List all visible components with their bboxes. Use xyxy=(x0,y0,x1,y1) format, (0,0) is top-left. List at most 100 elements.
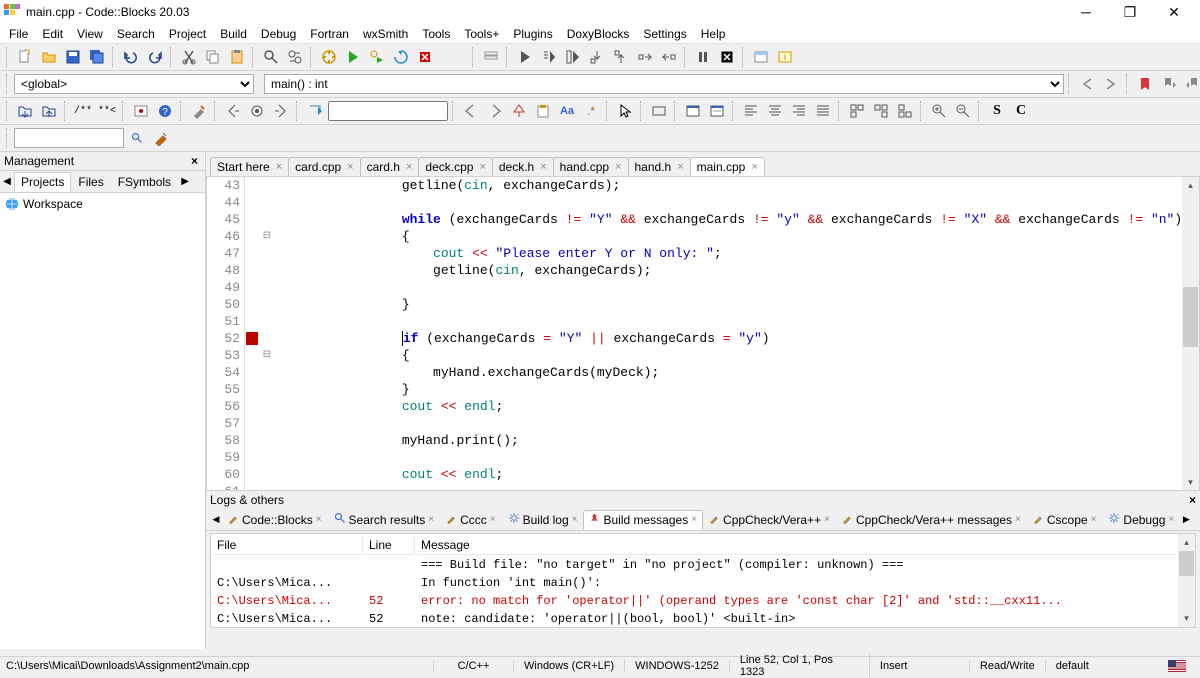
save-icon[interactable] xyxy=(62,46,84,68)
bookmark-icon[interactable] xyxy=(1134,73,1156,95)
log-tab-build-log[interactable]: Build log× xyxy=(502,509,584,530)
quick-search-icon[interactable] xyxy=(126,127,148,149)
management-close-icon[interactable]: × xyxy=(188,154,201,168)
mgmt-tab-projects[interactable]: Projects xyxy=(14,172,71,192)
rebuild-icon[interactable] xyxy=(390,46,412,68)
build-message-row[interactable]: C:\Users\Mica...52note: candidate: 'oper… xyxy=(213,611,1193,627)
abort-icon[interactable] xyxy=(414,46,436,68)
file-tab-deck-cpp[interactable]: deck.cpp× xyxy=(418,157,492,176)
close-tab-icon[interactable]: × xyxy=(751,161,757,173)
log-tab-cscope[interactable]: Cscope× xyxy=(1027,510,1103,530)
build-run-icon[interactable] xyxy=(366,46,388,68)
nav-fwd-icon[interactable] xyxy=(1100,73,1122,95)
break-debug-icon[interactable] xyxy=(692,46,714,68)
file-tab-start-here[interactable]: Start here× xyxy=(210,157,289,176)
comment-line-icon[interactable]: **< xyxy=(96,100,118,122)
close-tab-icon[interactable]: × xyxy=(479,161,485,173)
form2-icon[interactable] xyxy=(706,100,728,122)
mgmt-tab-files[interactable]: Files xyxy=(71,172,110,192)
log-header-file[interactable]: File xyxy=(213,536,363,555)
log-tab-build-messages[interactable]: Build messages× xyxy=(583,510,703,530)
step-out-icon[interactable] xyxy=(610,46,632,68)
file-tab-hand-h[interactable]: hand.h× xyxy=(628,157,691,176)
info-icon[interactable]: i xyxy=(774,46,796,68)
build-message-row[interactable]: C:\Users\Mica...In function 'int main()'… xyxy=(213,575,1193,591)
minimize-button[interactable]: ─ xyxy=(1072,2,1100,22)
log-tab-code-blocks[interactable]: Code::Blocks× xyxy=(222,510,328,530)
redo-icon[interactable] xyxy=(144,46,166,68)
bookmark-prev-icon[interactable] xyxy=(1158,73,1180,95)
close-tab-icon[interactable]: × xyxy=(406,161,412,173)
menu-wxsmith[interactable]: wxSmith xyxy=(356,25,415,43)
menu-help[interactable]: Help xyxy=(694,25,733,43)
menu-debug[interactable]: Debug xyxy=(254,25,303,43)
highlight-icon[interactable]: Aa xyxy=(556,100,578,122)
align-center-icon[interactable] xyxy=(764,100,786,122)
step-into-icon[interactable] xyxy=(586,46,608,68)
target-select-icon[interactable] xyxy=(480,46,502,68)
debug-windows-icon[interactable] xyxy=(750,46,772,68)
target-input[interactable] xyxy=(328,101,448,121)
zoom-out-icon[interactable] xyxy=(952,100,974,122)
debug-start-icon[interactable] xyxy=(514,46,536,68)
file-tab-deck-h[interactable]: deck.h× xyxy=(492,157,554,176)
logs-close-icon[interactable]: × xyxy=(1189,493,1196,507)
quick-search-input[interactable] xyxy=(14,128,124,148)
clipboard-icon[interactable] xyxy=(532,100,554,122)
file-tab-card-cpp[interactable]: card.cpp× xyxy=(288,157,360,176)
workspace-tree-item[interactable]: Workspace xyxy=(3,196,202,212)
quick-search-opts-icon[interactable] xyxy=(150,127,172,149)
close-log-tab-icon[interactable]: × xyxy=(490,514,496,525)
arrow-right-icon[interactable] xyxy=(484,100,506,122)
new-file-icon[interactable] xyxy=(14,46,36,68)
mgmt-tab-next[interactable]: ▶ xyxy=(178,176,192,187)
next-instr-icon[interactable] xyxy=(634,46,656,68)
paste-icon[interactable] xyxy=(226,46,248,68)
code-editor[interactable]: 43444546474849505152535455565758596061 ⊟… xyxy=(206,176,1200,509)
arrow-left-icon[interactable] xyxy=(460,100,482,122)
comment-block-icon[interactable]: /** xyxy=(72,100,94,122)
menu-edit[interactable]: Edit xyxy=(35,25,70,43)
close-log-tab-icon[interactable]: × xyxy=(572,514,578,525)
close-log-tab-icon[interactable]: × xyxy=(1168,514,1174,525)
mgmt-tab-fsymbols[interactable]: FSymbols xyxy=(111,172,178,192)
grid2-icon[interactable] xyxy=(870,100,892,122)
log-header-message[interactable]: Message xyxy=(417,536,1193,555)
function-select[interactable]: main() : int xyxy=(264,74,1064,94)
mgmt-tab-prev[interactable]: ◀ xyxy=(0,176,14,187)
source-icon[interactable]: S xyxy=(986,100,1008,122)
class-icon[interactable]: C xyxy=(1010,100,1032,122)
close-tab-icon[interactable]: × xyxy=(615,161,621,173)
grid1-icon[interactable] xyxy=(846,100,868,122)
scope-select[interactable]: <global> xyxy=(14,74,254,94)
grid3-icon[interactable] xyxy=(894,100,916,122)
menu-view[interactable]: View xyxy=(70,25,110,43)
align-right-icon[interactable] xyxy=(788,100,810,122)
copy-icon[interactable] xyxy=(202,46,224,68)
log-tab-search-results[interactable]: Search results× xyxy=(328,509,441,530)
file-tab-card-h[interactable]: card.h× xyxy=(360,157,420,176)
next-line-icon[interactable] xyxy=(562,46,584,68)
nav-back-icon[interactable] xyxy=(1076,73,1098,95)
stop-debug-icon[interactable] xyxy=(716,46,738,68)
logs-tab-next[interactable]: ▶ xyxy=(1180,514,1192,525)
file-tab-main-cpp[interactable]: main.cpp× xyxy=(690,157,765,176)
run-icon[interactable] xyxy=(342,46,364,68)
close-log-tab-icon[interactable]: × xyxy=(1015,514,1021,525)
doxy-config-icon[interactable] xyxy=(188,100,210,122)
menu-doxyblocks[interactable]: DoxyBlocks xyxy=(560,25,637,43)
close-tab-icon[interactable]: × xyxy=(276,161,282,173)
build-messages-list[interactable]: FileLineMessage === Build file: "no targ… xyxy=(210,533,1196,628)
close-tab-icon[interactable]: × xyxy=(347,161,353,173)
menu-tools[interactable]: Tools xyxy=(415,25,457,43)
menu-settings[interactable]: Settings xyxy=(636,25,693,43)
cut-icon[interactable] xyxy=(178,46,200,68)
save-all-icon[interactable] xyxy=(86,46,108,68)
build-message-row[interactable]: C:\Users\Mica...52error: no match for 'o… xyxy=(213,593,1193,609)
log-header-line[interactable]: Line xyxy=(365,536,415,555)
close-log-tab-icon[interactable]: × xyxy=(1091,514,1097,525)
cursor-icon[interactable] xyxy=(614,100,636,122)
doxy-extract-icon[interactable] xyxy=(14,100,36,122)
menu-plugins[interactable]: Plugins xyxy=(506,25,559,43)
menu-project[interactable]: Project xyxy=(162,25,213,43)
